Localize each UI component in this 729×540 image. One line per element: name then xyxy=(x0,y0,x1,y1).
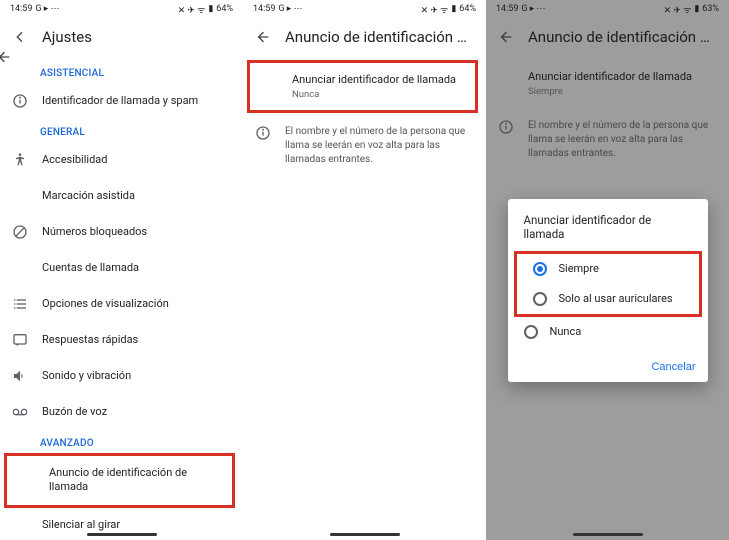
setting-title: Anunciar identificador de llamada xyxy=(292,73,463,87)
highlight-caller-id-announce: Anuncio de identificación de llamada xyxy=(4,453,235,508)
setting-title: Anunciar identificador de llamada xyxy=(528,70,713,84)
status-battery: 64% xyxy=(216,4,233,14)
row-caller-id-announce[interactable]: Anuncio de identificación de llamada xyxy=(7,456,232,505)
battery-icon: ▮ xyxy=(208,4,213,14)
page-title: Anuncio de identificación de lla... xyxy=(285,28,474,46)
header: Anuncio de identificación de lla... xyxy=(486,18,729,60)
page-title: Ajustes xyxy=(42,28,92,46)
row-label: Números bloqueados xyxy=(42,225,227,239)
highlight-announce-setting: Anunciar identificador de llamada Nunca xyxy=(247,60,478,113)
row-label: Accesibilidad xyxy=(42,153,227,167)
status-right-icons: ✕ ✈ ᯤ xyxy=(664,3,692,16)
row-label: Respuestas rápidas xyxy=(42,333,227,347)
status-bar: 14:59 G ▸ ⋯ ✕ ✈ ᯤ ▮ 64% xyxy=(0,0,243,18)
section-label-avanzado: AVANZADO xyxy=(0,430,239,453)
status-time: 14:59 xyxy=(10,4,32,14)
status-right-icons: ✕ ✈ ᯤ xyxy=(178,3,206,16)
header: Ajustes xyxy=(0,18,243,60)
nav-pill[interactable] xyxy=(87,533,157,536)
radio-label: Siempre xyxy=(559,262,599,275)
status-time: 14:59 xyxy=(253,4,275,14)
dialog-title: Anunciar identificador de llamada xyxy=(508,213,708,251)
row-label: Sonido y vibración xyxy=(42,369,227,383)
row-blocked-numbers[interactable]: Números bloqueados xyxy=(0,214,239,250)
row-label: Silenciar al girar xyxy=(42,518,227,532)
nav-pill[interactable] xyxy=(573,533,643,536)
back-arrow-icon[interactable] xyxy=(255,29,271,45)
settings-panel-3: 14:59 G ▸ ⋯ ✕ ✈ ᯤ ▮ 63% Anuncio de ident… xyxy=(486,0,729,540)
row-announce-setting[interactable]: Anunciar identificador de llamada Nunca xyxy=(250,63,475,110)
info-icon xyxy=(498,119,514,135)
status-time: 14:59 xyxy=(496,4,518,14)
info-icon xyxy=(255,125,271,141)
info-row: El nombre y el número de la persona que … xyxy=(486,107,725,171)
row-voicemail[interactable]: Buzón de voz xyxy=(0,394,239,430)
row-caller-id-spam[interactable]: Identificador de llamada y spam xyxy=(0,83,239,119)
status-battery: 63% xyxy=(702,4,719,14)
radio-option-never[interactable]: Nunca xyxy=(516,317,700,347)
cancel-button[interactable]: Cancelar xyxy=(651,361,695,373)
info-text: El nombre y el número de la persona que … xyxy=(528,119,713,161)
status-bar: 14:59 G ▸ ⋯ ✕ ✈ ᯤ ▮ 64% xyxy=(243,0,486,18)
radio-label: Solo al usar auriculares xyxy=(559,292,673,305)
setting-value: Nunca xyxy=(292,89,463,100)
highlight-dialog-options: Siempre Solo al usar auriculares xyxy=(514,251,702,317)
header: Anuncio de identificación de lla... xyxy=(243,18,486,60)
row-sounds-vibration[interactable]: Sonido y vibración xyxy=(0,358,239,394)
row-label: Anuncio de identificación de llamada xyxy=(49,466,220,495)
section-label-asistencial: ASISTENCIAL xyxy=(0,60,239,83)
row-display-options[interactable]: Opciones de visualización xyxy=(0,286,239,322)
nav-pill[interactable] xyxy=(330,533,400,536)
row-calling-accounts[interactable]: Cuentas de llamada xyxy=(0,250,239,286)
radio-option-always[interactable]: Siempre xyxy=(525,254,691,284)
settings-panel-1: 14:59 G ▸ ⋯ ✕ ✈ ᯤ ▮ 64% Ajustes ASISTENC… xyxy=(0,0,243,540)
radio-icon xyxy=(533,292,547,306)
status-left-icons: G ▸ ⋯ xyxy=(521,4,545,14)
back-arrow-icon[interactable] xyxy=(498,29,514,45)
status-right-icons: ✕ ✈ ᯤ xyxy=(421,3,449,16)
dialog-announce-options: Anunciar identificador de llamada Siempr… xyxy=(508,199,708,382)
row-assisted-dialing[interactable]: Marcación asistida xyxy=(0,178,239,214)
radio-label: Nunca xyxy=(550,325,582,338)
accessibility-icon xyxy=(12,152,28,168)
setting-value: Siempre xyxy=(528,86,713,97)
status-bar: 14:59 G ▸ ⋯ ✕ ✈ ᯤ ▮ 63% xyxy=(486,0,729,18)
row-announce-setting[interactable]: Anunciar identificador de llamada Siempr… xyxy=(486,60,725,107)
row-quick-responses[interactable]: Respuestas rápidas xyxy=(0,322,239,358)
page-title: Anuncio de identificación de lla... xyxy=(528,28,717,46)
status-left-icons: G ▸ ⋯ xyxy=(278,4,302,14)
row-label: Marcación asistida xyxy=(42,189,227,203)
list-icon xyxy=(12,296,28,312)
voicemail-icon xyxy=(12,404,28,420)
info-icon xyxy=(12,93,28,109)
section-label-general: GENERAL xyxy=(0,119,239,142)
status-battery: 64% xyxy=(459,4,476,14)
settings-panel-2: 14:59 G ▸ ⋯ ✕ ✈ ᯤ ▮ 64% Anuncio de ident… xyxy=(243,0,486,540)
row-accessibility[interactable]: Accesibilidad xyxy=(0,142,239,178)
radio-icon xyxy=(533,262,547,276)
row-label: Opciones de visualización xyxy=(42,297,227,311)
row-label: Buzón de voz xyxy=(42,405,227,419)
battery-icon: ▮ xyxy=(451,4,456,14)
sound-icon xyxy=(12,368,28,384)
message-icon xyxy=(12,332,28,348)
block-icon xyxy=(12,224,28,240)
radio-icon xyxy=(524,325,538,339)
status-left-icons: G ▸ ⋯ xyxy=(35,4,59,14)
radio-option-headset[interactable]: Solo al usar auriculares xyxy=(525,284,691,314)
back-arrow-icon[interactable] xyxy=(12,29,28,45)
row-label: Cuentas de llamada xyxy=(42,261,227,275)
info-text: El nombre y el número de la persona que … xyxy=(285,125,470,167)
row-label: Identificador de llamada y spam xyxy=(42,94,227,108)
info-row: El nombre y el número de la persona que … xyxy=(243,113,482,177)
battery-icon: ▮ xyxy=(694,4,699,14)
